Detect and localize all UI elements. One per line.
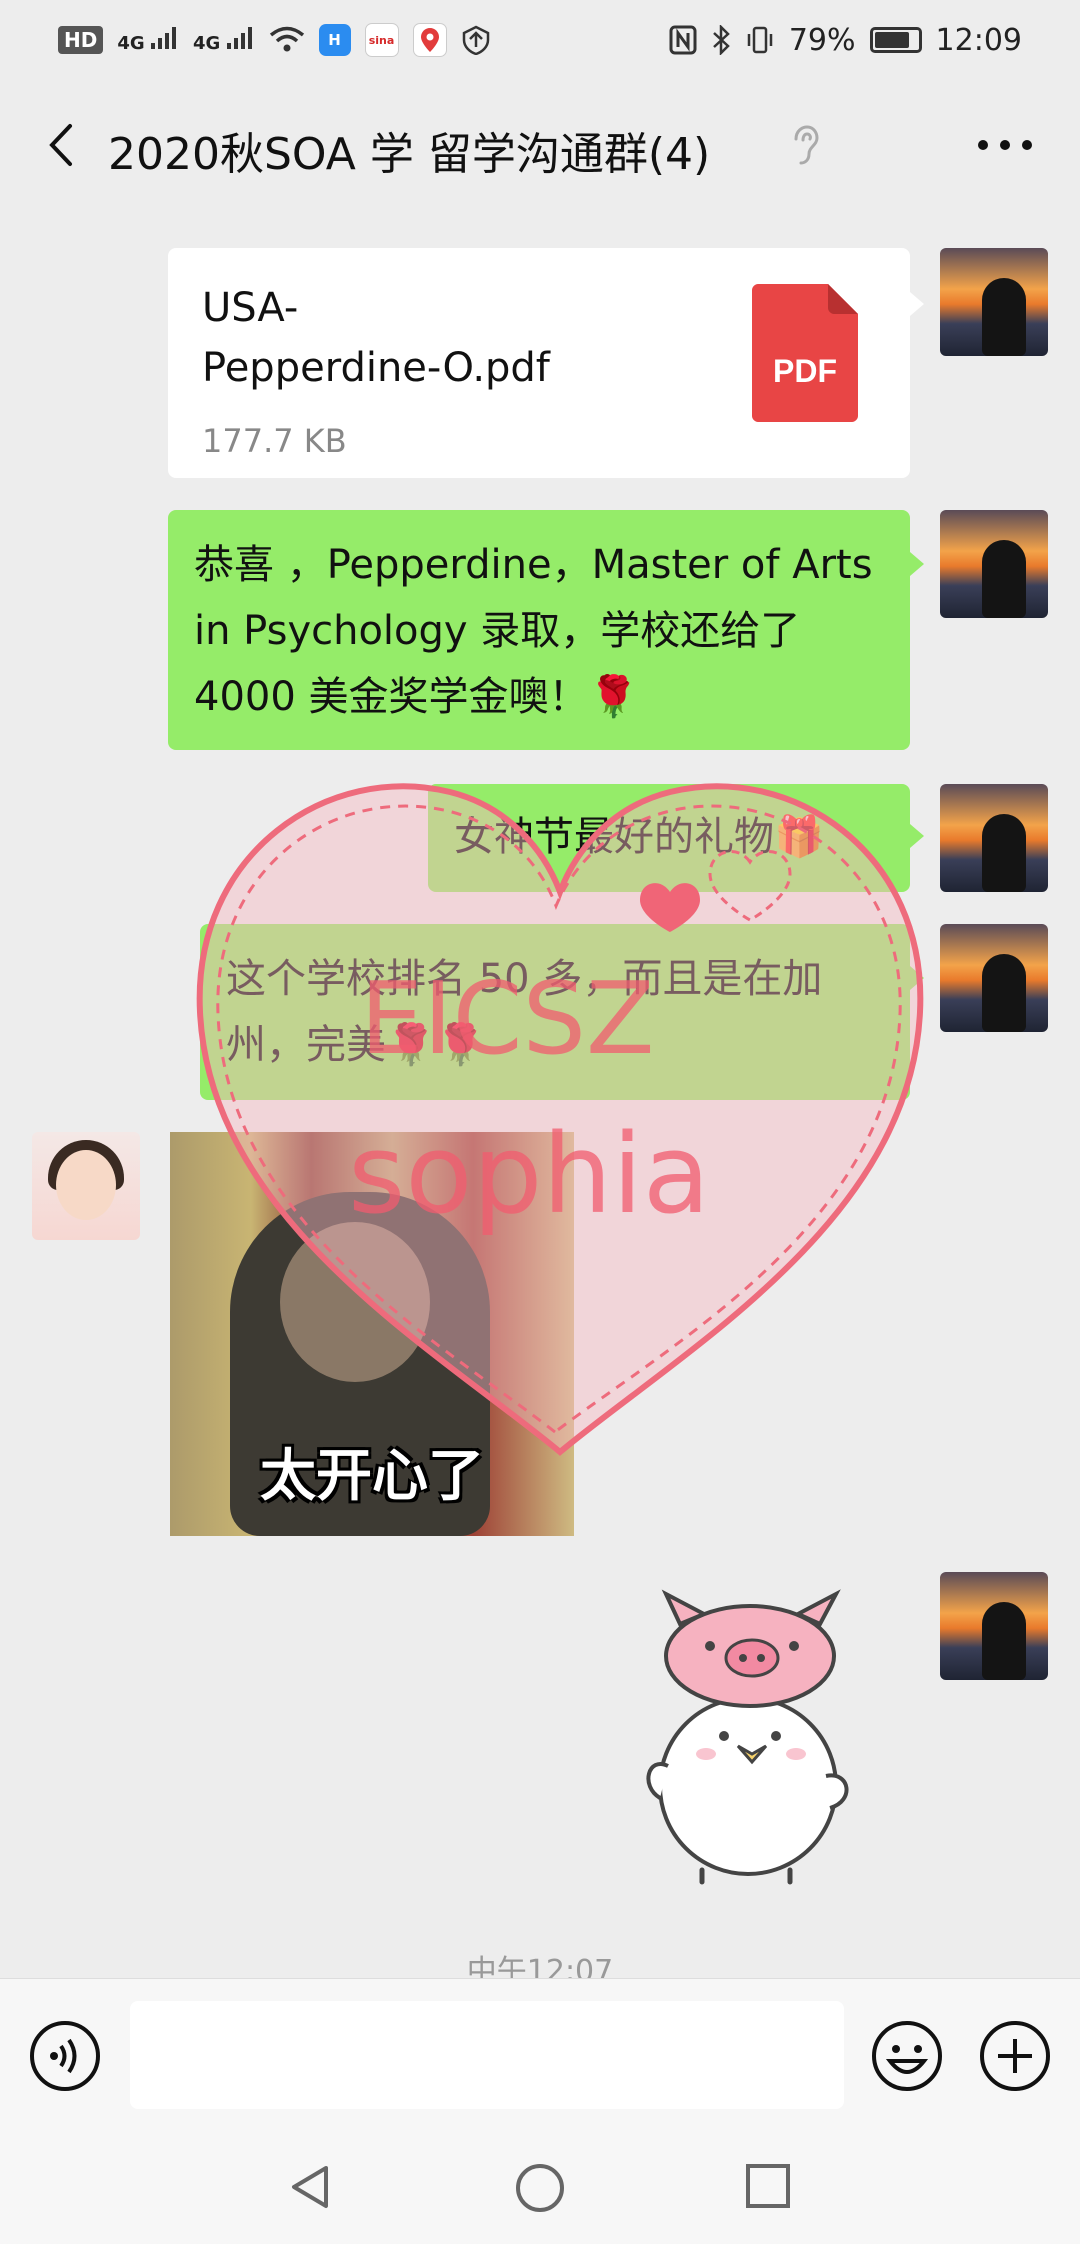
congrats-message[interactable]: 恭喜 ，Pepperdine，Master of Arts in Psychol…: [168, 510, 910, 750]
battery-icon: [869, 27, 922, 53]
gift-message[interactable]: 女神节最好的礼物🎁: [428, 784, 910, 892]
nfc-icon: [669, 25, 697, 55]
congrats-text: 恭喜 ，Pepperdine，Master of Arts in Psychol…: [194, 542, 873, 720]
sina-app-icon: sina: [364, 23, 399, 57]
hd-badge: HD: [58, 26, 104, 54]
chevron-left-icon[interactable]: [38, 120, 88, 170]
signal-icon: [150, 26, 176, 49]
nav-home-icon[interactable]: [514, 2162, 566, 2214]
bubble-tail: [910, 292, 924, 316]
emoji-icon[interactable]: [870, 2019, 944, 2093]
timestamp: 中午12:07: [466, 1954, 614, 1978]
more-dots-icon[interactable]: [975, 135, 1035, 155]
pdf-file-icon: PDF: [752, 284, 858, 422]
bubble-tail: [910, 966, 924, 990]
vibrate-icon: [747, 26, 773, 54]
wifi-icon: [269, 26, 304, 52]
message-input[interactable]: [130, 2001, 844, 2109]
nav-back-icon[interactable]: [286, 2162, 336, 2212]
input-bar: [0, 1978, 1080, 2129]
plus-icon[interactable]: [978, 2019, 1052, 2093]
battery-percent: 79%: [788, 22, 856, 58]
status-bar: HD 4G 4G H sina 79% 12:09: [0, 0, 1080, 80]
file-name-line2: Pepperdine-O.pdf: [202, 345, 550, 391]
system-navigation-bar: [0, 2128, 1080, 2244]
status-bar-left: HD 4G 4G H sina: [58, 23, 491, 57]
chat-header: 2020秋SOA 学 留学沟通群(4): [0, 80, 1080, 210]
network-indicator-1: 4G: [117, 26, 179, 54]
pig-hat-chick-sticker[interactable]: [630, 1586, 880, 1886]
shield-app-icon: [462, 25, 489, 55]
file-message[interactable]: USA- Pepperdine-O.pdf 177.7 KB PDF: [168, 248, 910, 478]
chat-area[interactable]: USA- Pepperdine-O.pdf 177.7 KB PDF 恭喜 ，P…: [0, 210, 1080, 1978]
chat-title: 2020秋SOA 学 留学沟通群(4): [108, 129, 711, 180]
bubble-tail: [910, 824, 924, 848]
file-name-line1: USA-: [202, 285, 299, 331]
signal-icon: [226, 26, 252, 49]
nav-recents-icon[interactable]: [744, 2162, 792, 2210]
voice-icon[interactable]: [28, 2019, 102, 2093]
file-name: USA- Pepperdine-O.pdf: [202, 278, 550, 398]
bluetooth-icon: [712, 25, 730, 55]
avatar-self[interactable]: [940, 784, 1048, 892]
gift-text: 女神节最好的礼物🎁: [454, 814, 824, 860]
watermark-line2: sophia: [348, 1110, 711, 1238]
ear-icon: [794, 125, 819, 165]
pdf-icon-label: PDF: [773, 353, 837, 389]
avatar-friend[interactable]: [32, 1132, 140, 1240]
avatar-self[interactable]: [940, 1572, 1048, 1680]
watermark-line1: EICSZ: [360, 960, 655, 1077]
clock: 12:09: [935, 22, 1022, 58]
file-size: 177.7 KB: [202, 422, 347, 460]
avatar-self[interactable]: [940, 510, 1048, 618]
avatar-self[interactable]: [940, 248, 1048, 356]
network-indicator-2: 4G: [193, 26, 255, 54]
gif-caption: 太开心了: [260, 1444, 484, 1509]
status-bar-right: 79% 12:09: [669, 23, 1022, 58]
hi-app-icon: H: [318, 24, 351, 56]
map-pin-app-icon: [412, 23, 447, 57]
avatar-self[interactable]: [940, 924, 1048, 1032]
bubble-tail: [910, 552, 924, 576]
